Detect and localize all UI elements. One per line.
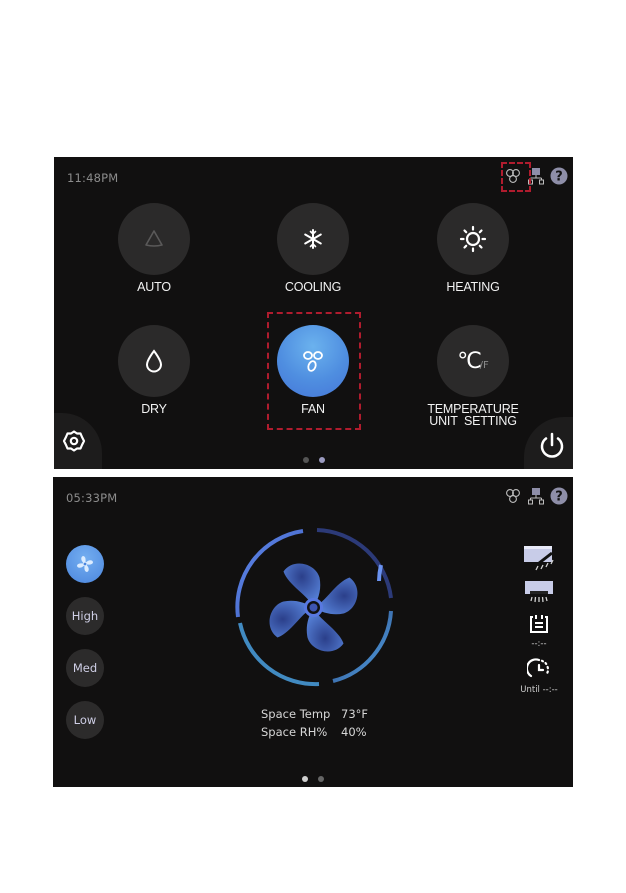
water-drop-icon bbox=[145, 349, 163, 373]
mode-dry[interactable]: DRY bbox=[104, 325, 204, 415]
mode-temperature-unit[interactable]: °C/F TEMPERATURE UNIT SETTING bbox=[418, 325, 528, 427]
unit-celsius-glyph: °C bbox=[457, 348, 481, 374]
space-rh-label: Space RH% bbox=[261, 725, 328, 739]
help-icon[interactable]: ? bbox=[549, 166, 569, 186]
page-indicator bbox=[302, 776, 324, 782]
timer-until-label: Until --:-- bbox=[520, 685, 558, 695]
page-dot-2[interactable] bbox=[318, 457, 325, 463]
highlight-box-fan-status bbox=[501, 162, 531, 192]
space-rh-row: Space RH% 40% bbox=[261, 723, 368, 741]
power-icon bbox=[540, 432, 564, 458]
mode-auto-label: AUTO bbox=[137, 280, 171, 294]
status-bar-icons: ? bbox=[503, 486, 569, 506]
fan-animation-graphic bbox=[235, 528, 393, 687]
page-dot-1[interactable] bbox=[302, 457, 309, 463]
temp-unit-label-line2: UNIT SETTING bbox=[429, 414, 517, 428]
louver-swing-button[interactable] bbox=[515, 545, 563, 571]
auto-triangle-icon bbox=[145, 230, 163, 247]
sun-icon bbox=[459, 225, 487, 253]
network-icon[interactable] bbox=[526, 486, 546, 506]
fan-mode-screen: 05:33PM ? High Med Low --:-- Until --:--… bbox=[53, 477, 573, 787]
fan-speed-auto-button[interactable] bbox=[66, 545, 104, 583]
schedule-time: --:-- bbox=[531, 639, 547, 649]
space-temp-label: Space Temp bbox=[261, 707, 331, 721]
fan-auto-icon bbox=[77, 556, 93, 572]
fan-speed-selector: High Med Low bbox=[66, 545, 106, 753]
schedule-icon bbox=[530, 615, 548, 633]
space-rh-value: 40% bbox=[341, 725, 367, 739]
mode-heating-circle[interactable] bbox=[437, 203, 509, 275]
mode-dry-circle[interactable] bbox=[118, 325, 190, 397]
celsius-fahrenheit-icon: °C/F bbox=[457, 349, 489, 374]
fan-speed-high-button[interactable]: High bbox=[66, 597, 104, 635]
right-controls: --:-- Until --:-- bbox=[515, 545, 563, 703]
mode-cooling-circle[interactable] bbox=[277, 203, 349, 275]
mode-cooling[interactable]: COOLING bbox=[263, 203, 363, 293]
fan-blades bbox=[269, 563, 358, 652]
schedule-button[interactable]: --:-- bbox=[515, 613, 563, 649]
space-temp-row: Space Temp 73°F bbox=[261, 705, 368, 723]
gear-icon bbox=[62, 430, 86, 452]
mode-select-screen: 11:48PM ? AUTO COOLING HEATING DRY FAN °… bbox=[54, 157, 573, 469]
highlight-box-fan-mode bbox=[267, 312, 361, 430]
louver-swing-icon bbox=[524, 546, 554, 571]
clock: 05:33PM bbox=[66, 491, 118, 505]
fan-status-icon[interactable] bbox=[503, 486, 523, 506]
mode-auto[interactable]: AUTO bbox=[104, 203, 204, 293]
page-dot-1[interactable] bbox=[302, 776, 308, 782]
timer-icon bbox=[527, 658, 549, 678]
space-readout: Space Temp 73°F Space RH% 40% bbox=[261, 705, 368, 741]
mode-heating-label: HEATING bbox=[446, 280, 500, 294]
clock: 11:48PM bbox=[67, 171, 119, 185]
mode-dry-label: DRY bbox=[141, 402, 167, 416]
page-indicator bbox=[302, 457, 325, 463]
page-dot-2[interactable] bbox=[318, 776, 324, 782]
unit-fahrenheit-glyph: /F bbox=[479, 359, 489, 371]
settings-button[interactable] bbox=[54, 413, 102, 469]
mode-auto-circle[interactable] bbox=[118, 203, 190, 275]
fan-speed-low-button[interactable]: Low bbox=[66, 701, 104, 739]
mode-cooling-label: COOLING bbox=[284, 280, 342, 294]
mode-temp-unit-circle[interactable]: °C/F bbox=[437, 325, 509, 397]
space-temp-value: 73°F bbox=[341, 707, 368, 721]
mode-heating[interactable]: HEATING bbox=[423, 203, 523, 293]
help-icon[interactable]: ? bbox=[549, 486, 569, 506]
svg-text:?: ? bbox=[555, 170, 563, 185]
svg-text:?: ? bbox=[555, 490, 563, 505]
louver-fixed-icon bbox=[525, 581, 553, 603]
power-button[interactable] bbox=[524, 417, 573, 469]
mode-temp-unit-label: TEMPERATURE UNIT SETTING bbox=[418, 403, 528, 428]
fan-speed-med-button[interactable]: Med bbox=[66, 649, 104, 687]
snowflake-icon bbox=[304, 229, 322, 249]
louver-fixed-button[interactable] bbox=[515, 579, 563, 605]
timer-button[interactable]: Until --:-- bbox=[515, 657, 563, 695]
